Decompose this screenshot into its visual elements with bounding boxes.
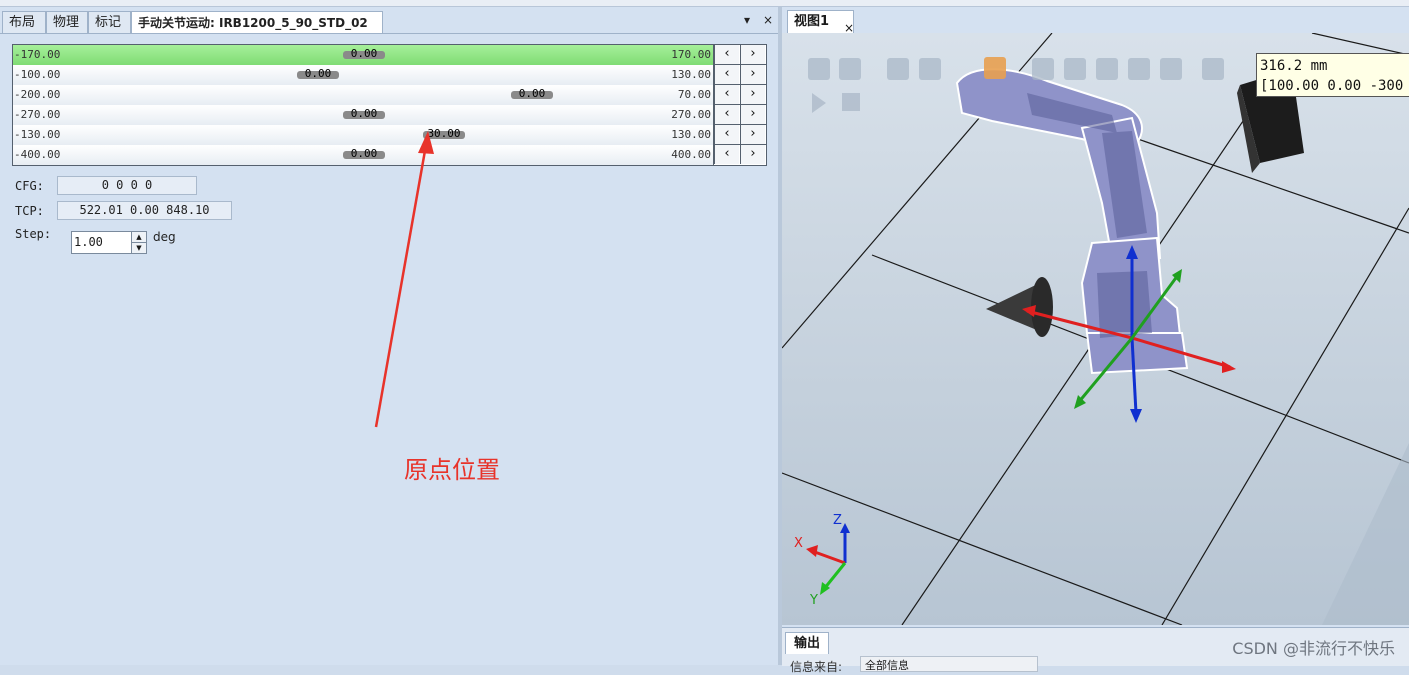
step-value: 1.00	[74, 235, 103, 249]
jog-left-button[interactable]: ‹	[714, 125, 739, 144]
snap-icon[interactable]	[984, 57, 1006, 79]
joint-value-label: 0.00	[350, 47, 378, 60]
axis-z-label: Z	[833, 513, 842, 528]
jog-left-button[interactable]: ‹	[714, 85, 739, 104]
joint-max-label: 270.00	[671, 108, 711, 121]
tab-output[interactable]: 输出	[785, 632, 829, 654]
tab-divider	[0, 33, 778, 34]
pane-menu-icon[interactable]: ▾	[744, 13, 750, 27]
joint-min-label: -400.00	[14, 148, 61, 161]
tcp-field: 522.01 0.00 848.10	[57, 201, 232, 220]
tab-view1[interactable]: 视图1 ×	[787, 10, 854, 35]
joint-slider-track[interactable]: -170.00 170.00 0.00	[13, 45, 714, 65]
output-filter-select[interactable]: 全部信息	[860, 656, 1038, 672]
joint-value-label: 0.00	[350, 107, 378, 120]
cfg-field: 0 0 0 0	[57, 176, 197, 195]
joint-row: -200.00 70.00 0.00 ‹ ›	[13, 85, 766, 105]
tab-physics[interactable]: 物理	[46, 11, 88, 33]
view-pane: 视图1 × X Z Y 316.2 mm [100.00 0.00 -300 输…	[782, 7, 1409, 674]
joint-max-label: 400.00	[671, 148, 711, 161]
jog-left-button[interactable]: ‹	[714, 105, 739, 124]
annotation-label: 原点位置	[404, 456, 500, 484]
jog-right-button[interactable]: ›	[740, 125, 765, 144]
joint-row: -170.00 170.00 0.00 ‹ ›	[13, 45, 766, 65]
joint-row: -270.00 270.00 0.00 ‹ ›	[13, 105, 766, 125]
joint-row: -100.00 130.00 0.00 ‹ ›	[13, 65, 766, 85]
jog-left-button[interactable]: ‹	[714, 45, 739, 64]
axis-y-label: Y	[810, 593, 818, 608]
spin-up-icon[interactable]: ▲	[131, 232, 146, 242]
joint-slider-track[interactable]: -100.00 130.00 0.00	[13, 65, 714, 85]
cfg-label: CFG:	[15, 179, 44, 193]
step-input[interactable]: 1.00 ▲ ▼	[71, 231, 147, 254]
tcp-label: TCP:	[15, 204, 44, 218]
scene-graphic	[782, 33, 1409, 625]
jog-right-button[interactable]: ›	[740, 65, 765, 84]
top-toolbar-strip	[0, 0, 1409, 7]
annotation-arrow-icon	[374, 131, 434, 428]
jog-right-button[interactable]: ›	[740, 45, 765, 64]
output-filter-label: 信息来自:	[790, 660, 843, 674]
joint-value-label: 0.00	[304, 67, 332, 80]
3d-viewport[interactable]: X Z Y 316.2 mm [100.00 0.00 -300	[782, 33, 1409, 625]
jog-left-button[interactable]: ‹	[714, 65, 739, 84]
left-tab-bar: 布局 物理 标记 手动关节运动: IRB1200_5_90_STD_02 ▾ ×	[0, 9, 778, 33]
joint-max-label: 170.00	[671, 48, 711, 61]
pane-close-icon[interactable]: ×	[763, 13, 773, 27]
tooltip-line-2: [100.00 0.00 -300	[1260, 78, 1404, 94]
tab-markup[interactable]: 标记	[88, 11, 131, 33]
jog-joint-pane: 布局 物理 标记 手动关节运动: IRB1200_5_90_STD_02 ▾ ×…	[0, 7, 778, 665]
tab-layout[interactable]: 布局	[2, 11, 46, 33]
jog-right-button[interactable]: ›	[740, 85, 765, 104]
joint-min-label: -270.00	[14, 108, 61, 121]
jog-left-button[interactable]: ‹	[714, 145, 739, 164]
view-tab-bar: 视图1 ×	[782, 7, 1409, 35]
joint-max-label: 130.00	[671, 68, 711, 81]
joint-value-label: 0.00	[518, 87, 546, 100]
joint-min-label: -170.00	[14, 48, 61, 61]
joint-min-label: -130.00	[14, 128, 61, 141]
spin-down-icon[interactable]: ▼	[131, 242, 146, 253]
jog-right-button[interactable]: ›	[740, 105, 765, 124]
jog-right-button[interactable]: ›	[740, 145, 765, 164]
step-label: Step:	[15, 227, 52, 241]
joint-min-label: -200.00	[14, 88, 61, 101]
step-unit: deg	[153, 230, 176, 244]
tooltip-line-1: 316.2 mm	[1260, 58, 1328, 74]
joint-slider-track[interactable]: -270.00 270.00 0.00	[13, 105, 714, 125]
view-tab-label: 视图1	[794, 14, 830, 29]
tab-jog-joint[interactable]: 手动关节运动: IRB1200_5_90_STD_02	[131, 11, 383, 33]
joint-max-label: 130.00	[671, 128, 711, 141]
joint-slider-track[interactable]: -200.00 70.00 0.00	[13, 85, 714, 105]
watermark-text: CSDN @非流行不快乐	[1232, 639, 1395, 658]
axis-x-label: X	[794, 536, 803, 551]
joint-min-label: -100.00	[14, 68, 61, 81]
measure-tooltip: 316.2 mm [100.00 0.00 -300	[1256, 53, 1409, 97]
joint-max-label: 70.00	[677, 88, 711, 101]
